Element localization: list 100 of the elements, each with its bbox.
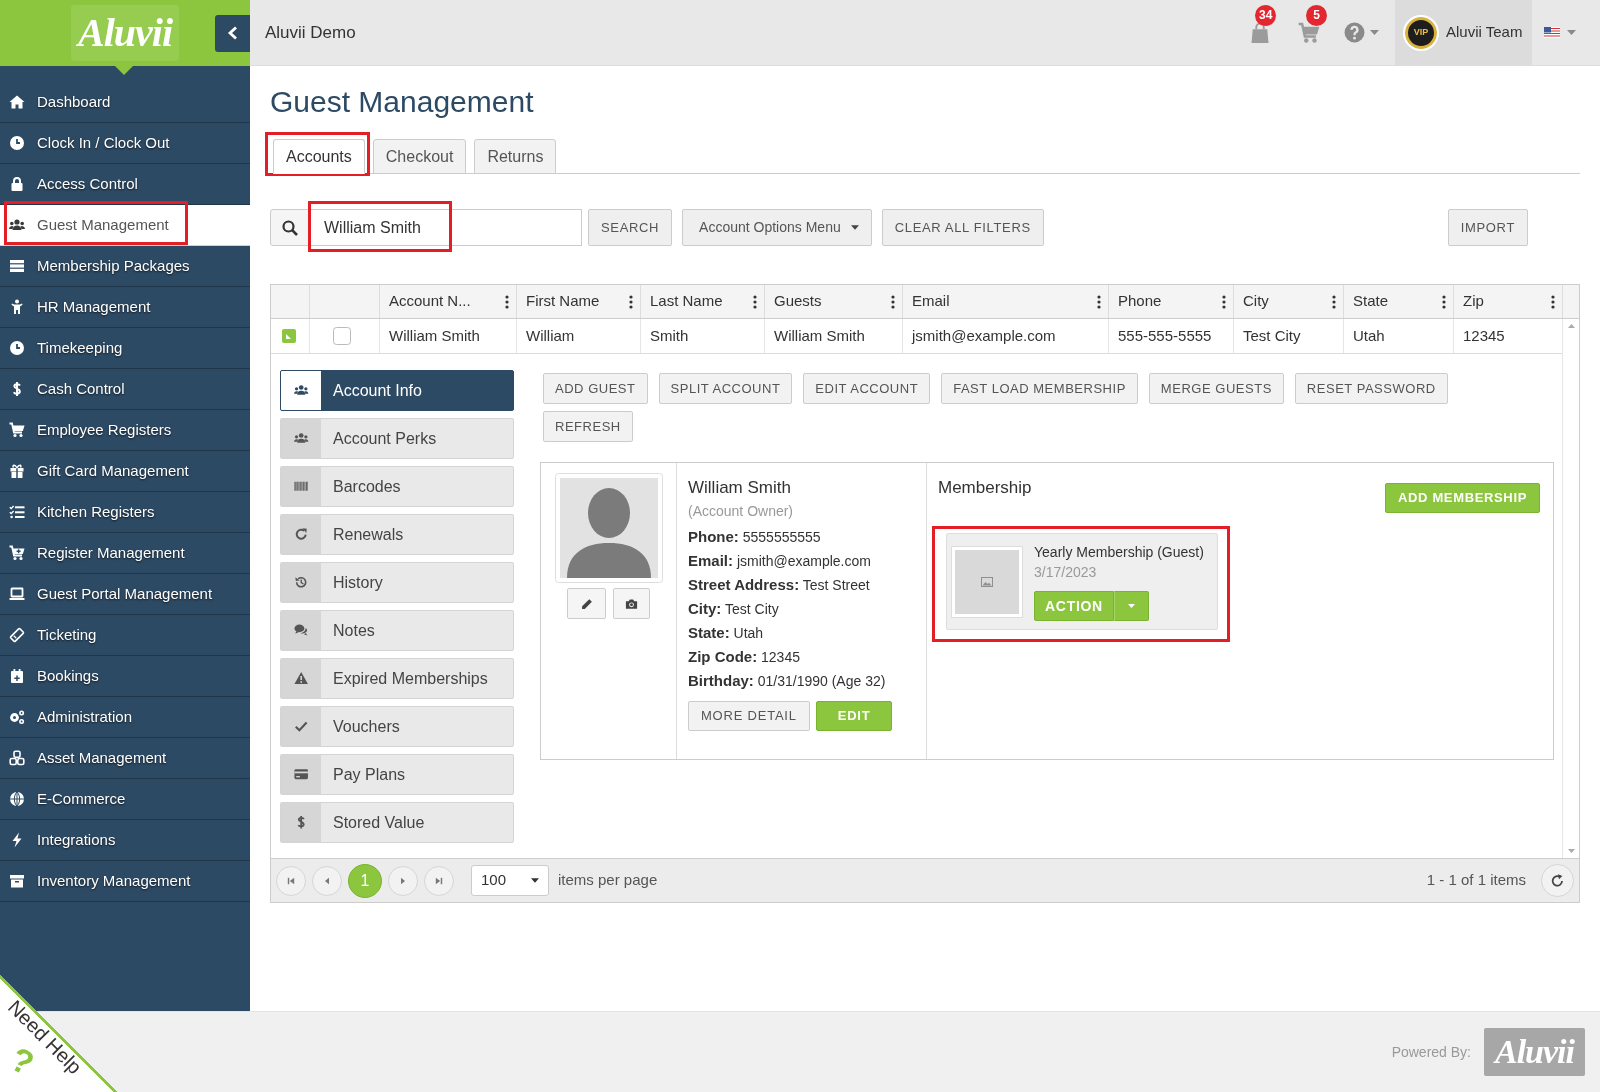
sidebar-item[interactable]: Guest Management — [0, 205, 250, 246]
scroll-down-arrow-icon[interactable] — [1567, 849, 1575, 853]
detail-menu-item[interactable]: History — [280, 562, 514, 603]
action-button[interactable]: RESET PASSWORD — [1294, 373, 1448, 404]
column-header[interactable]: State — [1343, 285, 1453, 318]
scroll-up-arrow-icon[interactable] — [1567, 324, 1575, 328]
gift-icon — [9, 463, 25, 479]
sidebar-item[interactable]: Clock In / Clock Out — [0, 123, 250, 164]
membership-title: Yearly Membership (Guest) — [1034, 543, 1204, 562]
person-icon — [9, 299, 25, 315]
user-menu[interactable]: VIP Aluvii Team — [1395, 0, 1532, 65]
cart-icon[interactable] — [1297, 21, 1321, 44]
camera-button[interactable] — [613, 588, 650, 619]
calendar-plus-icon — [9, 668, 25, 684]
column-header[interactable]: First Name — [516, 285, 640, 318]
sidebar-item[interactable]: E-Commerce — [0, 779, 250, 820]
toolbar-button[interactable]: CLEAR ALL FILTERS — [881, 209, 1044, 246]
detail-menu-item[interactable]: Renewals — [280, 514, 514, 555]
page-size-select[interactable]: 100 — [471, 865, 549, 896]
tab[interactable]: Returns — [474, 139, 557, 174]
sidebar-item[interactable]: Inventory Management — [0, 861, 250, 902]
table-cell: Utah — [1343, 319, 1453, 353]
camera-icon — [625, 597, 638, 610]
vertical-dots-icon — [753, 294, 757, 309]
action-button[interactable]: EDIT ACCOUNT — [803, 373, 931, 404]
refresh-icon — [1550, 873, 1565, 888]
caret-down-icon[interactable] — [1370, 30, 1379, 35]
lock-icon — [9, 176, 25, 192]
profile-detail: Street Address: Test Street — [688, 575, 870, 595]
vertical-dots-icon — [1222, 294, 1226, 309]
sidebar-item[interactable]: Bookings — [0, 656, 250, 697]
pencil-icon — [580, 597, 593, 610]
detail-menu-item[interactable]: Account Info — [280, 370, 514, 411]
action-button[interactable]: ADD GUEST — [543, 373, 648, 404]
refresh-button[interactable] — [1541, 864, 1574, 897]
laptop-icon — [9, 586, 25, 602]
action-button[interactable]: SPLIT ACCOUNT — [658, 373, 793, 404]
sidebar-item[interactable]: Timekeeping — [0, 328, 250, 369]
credit-card-icon — [281, 755, 321, 794]
profile-detail: Zip Code: 12345 — [688, 647, 800, 667]
column-header[interactable]: Zip — [1453, 285, 1562, 318]
cart-plus-icon — [9, 545, 25, 561]
table-cell: William — [516, 319, 640, 353]
caret-down-icon[interactable] — [1567, 30, 1576, 35]
archive-box-icon — [9, 873, 25, 889]
row-checkbox[interactable] — [333, 327, 351, 345]
column-header[interactable]: Guests — [764, 285, 902, 318]
collapse-sidebar-button[interactable] — [215, 14, 250, 52]
column-header[interactable]: Account N... — [379, 285, 516, 318]
sidebar-item[interactable]: Membership Packages — [0, 246, 250, 287]
shopping-bag-icon[interactable] — [1250, 21, 1270, 44]
triangle-right-icon — [399, 876, 407, 885]
tab[interactable]: Accounts — [273, 139, 365, 174]
detail-menu-item[interactable]: Account Perks — [280, 418, 514, 459]
profile-name: William Smith — [688, 477, 791, 499]
action-button[interactable]: FAST LOAD MEMBERSHIP — [941, 373, 1138, 404]
expand-toggle[interactable] — [282, 329, 296, 343]
action-button[interactable]: REFRESH — [543, 411, 633, 442]
detail-menu-item[interactable]: Pay Plans — [280, 754, 514, 795]
table-cell: 555-555-5555 — [1108, 319, 1233, 353]
vertical-dots-icon — [505, 294, 509, 309]
table-cell: Smith — [640, 319, 764, 353]
chat-bubbles-icon — [281, 611, 321, 650]
column-header[interactable]: Last Name — [640, 285, 764, 318]
detail-menu-item[interactable]: Notes — [280, 610, 514, 651]
action-button[interactable]: MERGE GUESTS — [1148, 373, 1284, 404]
tab[interactable]: Checkout — [372, 139, 467, 174]
column-header[interactable]: Email — [902, 285, 1108, 318]
table-cell: Test City — [1233, 319, 1343, 353]
detail-menu-item[interactable]: Expired Memberships — [280, 658, 514, 699]
dollar-icon — [281, 803, 321, 842]
edit-photo-button[interactable] — [567, 588, 606, 619]
table-cell: William Smith — [379, 319, 516, 353]
detail-menu-item[interactable]: Vouchers — [280, 706, 514, 747]
refresh-icon — [281, 515, 321, 554]
column-header[interactable]: Phone — [1108, 285, 1233, 318]
options-dropdown[interactable]: Account Options Menu — [682, 209, 872, 246]
first-page-button[interactable] — [276, 865, 306, 896]
more-detail-button[interactable]: MORE DETAIL — [688, 701, 810, 731]
help-icon[interactable] — [1344, 22, 1365, 43]
import-button[interactable]: IMPORT — [1447, 209, 1528, 246]
triangle-left-icon — [323, 876, 331, 885]
profile-role: (Account Owner) — [688, 502, 794, 521]
search-icon — [281, 219, 298, 236]
toolbar-button[interactable]: SEARCH — [588, 209, 673, 246]
profile-detail: State: Utah — [688, 623, 764, 643]
profile-detail: Birthday: 01/31/1990 (Age 32) — [688, 671, 886, 691]
sidebar-item[interactable]: Gift Card Management — [0, 451, 250, 492]
detail-menu-item[interactable]: Stored Value — [280, 802, 514, 843]
stacked-bars-icon — [9, 258, 25, 274]
search-button[interactable] — [270, 209, 309, 246]
us-flag-icon[interactable] — [1544, 27, 1560, 38]
dropdown-toggle[interactable] — [1114, 591, 1149, 621]
membership-date: 3/17/2023 — [1034, 563, 1097, 582]
detail-menu-item[interactable]: Barcodes — [280, 466, 514, 507]
column-header[interactable]: City — [1233, 285, 1343, 318]
clock-icon — [9, 135, 25, 151]
vip-avatar: VIP — [1405, 16, 1437, 49]
caret-down-icon — [1128, 604, 1135, 608]
last-page-button[interactable] — [424, 865, 454, 896]
